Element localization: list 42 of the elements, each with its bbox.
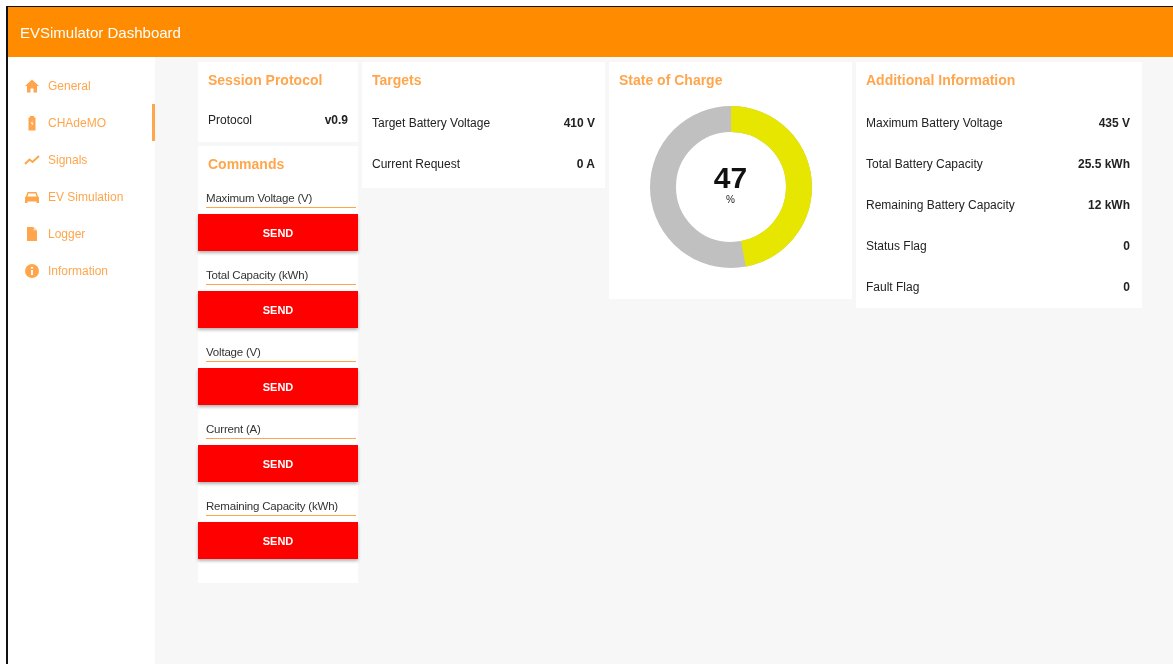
sidebar-item[interactable]: Signals (8, 141, 155, 178)
home-icon (24, 77, 40, 94)
soc-value: 47 (713, 162, 748, 194)
sidebar-item[interactable]: General (8, 67, 155, 104)
file-icon (24, 225, 40, 242)
input-field[interactable]: Current (A) (206, 419, 356, 439)
card-title: Additional Information (866, 72, 1017, 88)
sidebar-item[interactable]: Logger (8, 215, 155, 252)
send-button[interactable]: SEND (198, 368, 358, 405)
send-button[interactable]: SEND (198, 445, 358, 482)
soc-unit: % (726, 194, 735, 205)
card-title: Commands (207, 156, 286, 172)
card-title: Targets (372, 72, 423, 88)
row-label: Protocol (208, 113, 253, 127)
input-field[interactable]: Remaining Capacity (kWh) (206, 496, 356, 516)
row-value: 0 (1123, 279, 1130, 294)
send-button[interactable]: SEND (198, 214, 358, 251)
input-field[interactable]: Total Capacity (kWh) (206, 265, 356, 285)
row-value: 410 V (563, 115, 595, 130)
row-label: Total Battery Capacity (866, 156, 983, 171)
sidebar-item[interactable]: Information (8, 252, 155, 289)
row-label: Current Request (372, 156, 461, 171)
send-button[interactable]: SEND (198, 522, 358, 559)
row-label: Maximum Battery Voltage (866, 115, 1003, 130)
row-label: Status Flag (866, 238, 927, 253)
row-value: v0.9 (324, 113, 348, 127)
row-value: 435 V (1098, 115, 1130, 130)
card-title: State of Charge (619, 72, 724, 88)
row-value: 12 kWh (1088, 197, 1130, 212)
row-label: Remaining Battery Capacity (866, 197, 1015, 212)
row-label: Fault Flag (866, 279, 920, 294)
input-field[interactable]: Voltage (V) (206, 342, 356, 362)
row-value: 25.5 kWh (1077, 156, 1130, 171)
row-label: Target Battery Voltage (372, 115, 491, 130)
app-title: EVSimulator Dashboard (20, 23, 181, 41)
input-field[interactable]: Maximum Voltage (V) (206, 188, 356, 208)
card-title: Session Protocol (208, 72, 324, 88)
send-button[interactable]: SEND (198, 291, 358, 328)
info-icon (24, 262, 40, 279)
row-value: 0 A (576, 156, 595, 171)
sidebar-item[interactable]: EV Simulation (8, 178, 155, 215)
row-value: 0 (1123, 238, 1130, 253)
